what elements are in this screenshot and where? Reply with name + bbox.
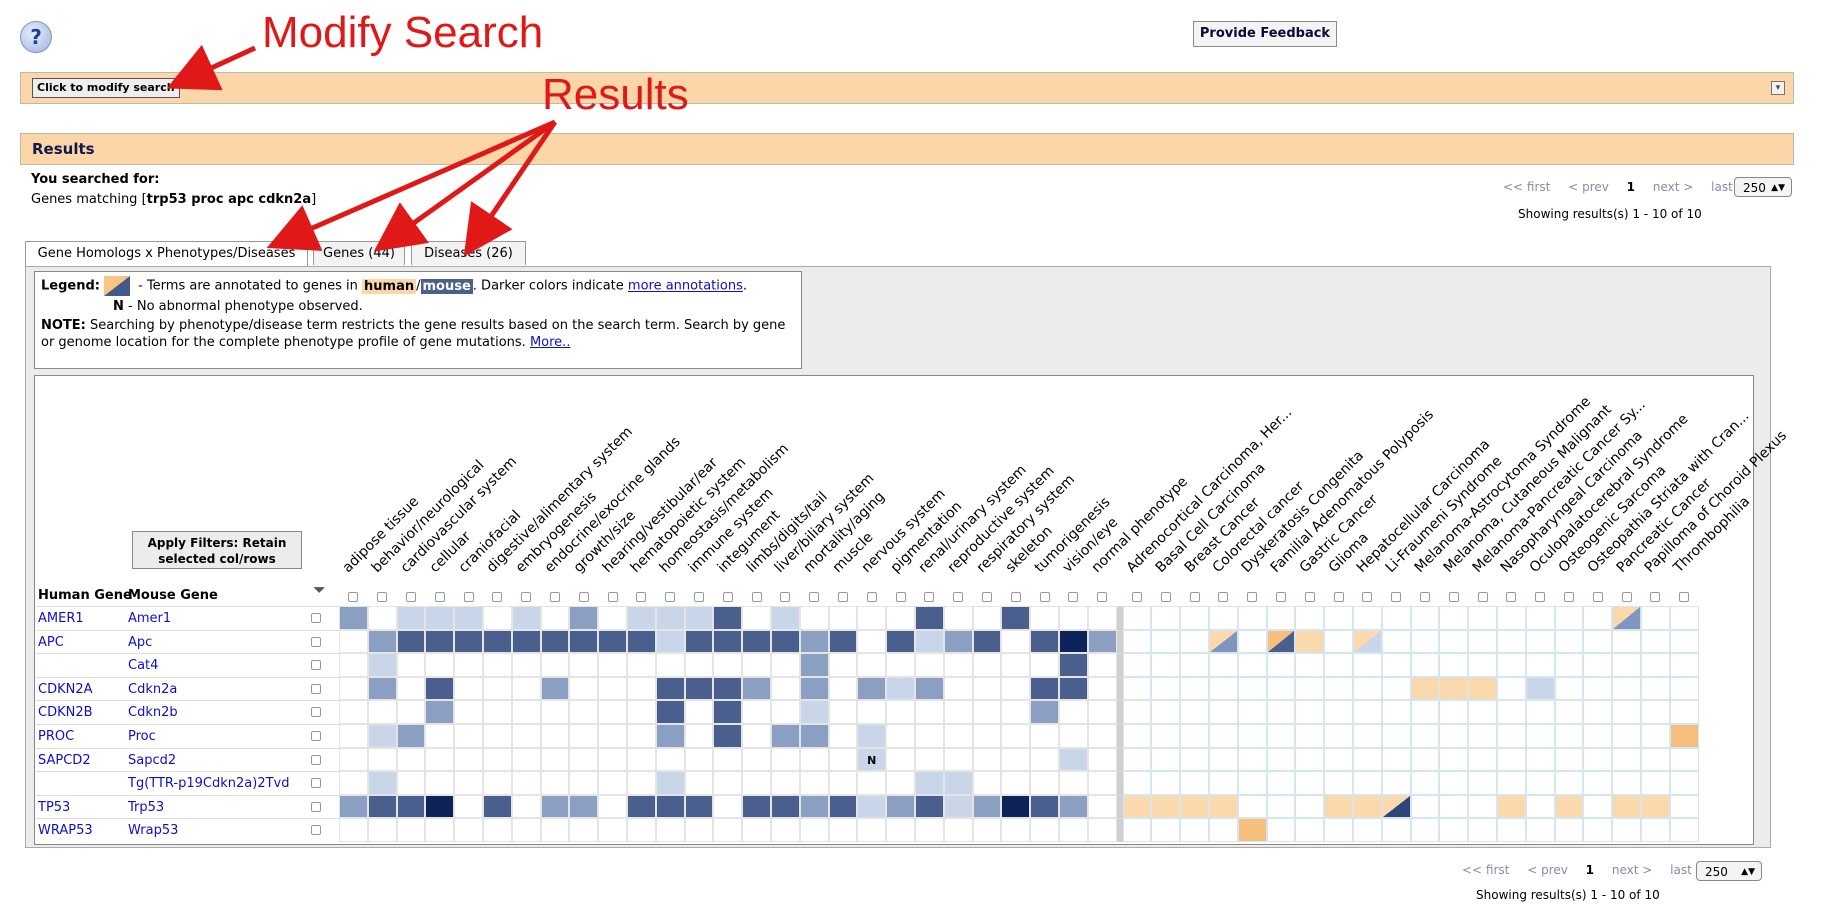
annotation-arrows [166,44,558,257]
